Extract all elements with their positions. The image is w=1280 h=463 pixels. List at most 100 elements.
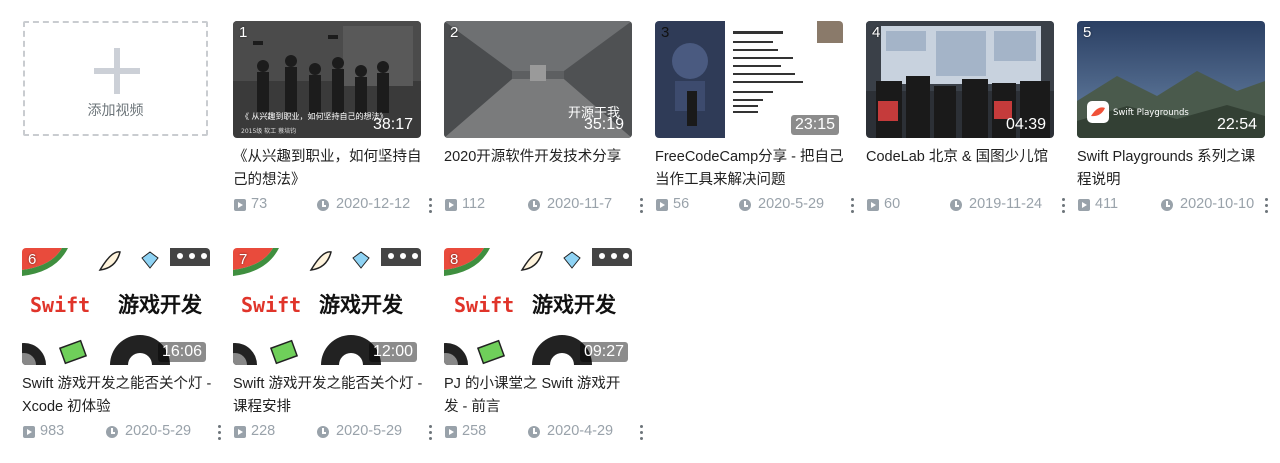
video-thumbnail[interactable]: 开源干我 2 35:19: [444, 21, 632, 138]
clock-icon: [528, 426, 540, 438]
publish-date: 2020-5-29: [758, 196, 825, 212]
more-options-icon[interactable]: [218, 424, 222, 442]
video-duration: 09:27: [579, 342, 628, 362]
video-title[interactable]: FreeCodeCamp分享 - 把自己当作工具来解决问题: [655, 146, 845, 192]
more-options-icon[interactable]: [640, 197, 644, 215]
svg-text:游戏开发: 游戏开发: [118, 293, 203, 317]
add-video-label: 添加视频: [87, 102, 144, 118]
more-options-icon[interactable]: [429, 424, 433, 442]
video-meta: 411 2020-10-10: [1077, 196, 1277, 218]
video-duration: 23:15: [790, 115, 839, 135]
video-duration: 04:39: [1005, 116, 1046, 133]
play-count: 56: [673, 196, 690, 212]
video-meta: 228 2020-5-29: [233, 423, 433, 445]
video-thumbnail[interactable]: Swift 游戏开发 6 16:06: [22, 248, 210, 365]
more-options-icon[interactable]: [851, 197, 855, 215]
play-count: 258: [462, 423, 487, 439]
video-meta: 73 2020-12-12: [233, 196, 433, 218]
video-thumbnail[interactable]: Swift 游戏开发 8 09:27: [444, 248, 632, 365]
clock-icon: [950, 199, 962, 211]
svg-text:Swift: Swift: [241, 293, 301, 317]
video-index: 4: [872, 24, 881, 41]
video-meta: 112 2020-11-7: [444, 196, 644, 218]
video-duration: 12:00: [368, 342, 417, 362]
video-list-page: 添加视频 《 从兴趣到职业，如何坚持自己的想法》 2015级 软工 蔡培钧 1 …: [0, 0, 1280, 463]
svg-text:2015级 软工 蔡培钧: 2015级 软工 蔡培钧: [241, 127, 296, 135]
video-index: 3: [661, 24, 670, 41]
video-title[interactable]: CodeLab 北京 & 国图少儿馆: [866, 146, 1056, 192]
video-title[interactable]: 2020开源软件开发技术分享: [444, 146, 634, 192]
play-count: 411: [1095, 196, 1119, 212]
play-count-icon: [234, 426, 246, 438]
video-title[interactable]: 《从兴趣到职业，如何坚持自己的想法》: [233, 146, 423, 192]
more-options-icon[interactable]: [1062, 197, 1066, 215]
play-count-icon: [23, 426, 35, 438]
play-count-icon: [234, 199, 246, 211]
svg-text:Swift: Swift: [30, 293, 90, 317]
svg-text:游戏开发: 游戏开发: [532, 293, 617, 317]
video-title[interactable]: PJ 的小课堂之 Swift 游戏开发 - 前言: [444, 373, 634, 419]
play-count: 983: [40, 423, 65, 439]
video-title[interactable]: Swift 游戏开发之能否关个灯 - Xcode 初体验: [22, 373, 212, 419]
video-card: Swift 游戏开发 8 09:27 PJ 的小课堂之 Swift 游戏开发 -…: [444, 248, 644, 445]
play-count: 60: [884, 196, 901, 212]
video-thumbnail[interactable]: 《 从兴趣到职业，如何坚持自己的想法》 2015级 软工 蔡培钧 1 38:17: [233, 21, 421, 138]
video-index: 1: [239, 24, 248, 41]
video-card: Swift 游戏开发 6 16:06 Swift 游戏开发之能否关个灯 - Xc…: [22, 248, 222, 445]
video-meta: 56 2020-5-29: [655, 196, 855, 218]
svg-text:《 从兴趣到职业，如何坚持自己的想法》: 《 从兴趣到职业，如何坚持自己的想法》: [241, 111, 388, 121]
play-count-icon: [445, 426, 457, 438]
video-duration: 16:06: [157, 342, 206, 362]
svg-text:Swift: Swift: [454, 293, 514, 317]
video-title[interactable]: Swift 游戏开发之能否关个灯 - 课程安排: [233, 373, 423, 419]
video-thumbnail[interactable]: 4 04:39: [866, 21, 1054, 138]
video-title[interactable]: Swift Playgrounds 系列之课程说明: [1077, 146, 1267, 192]
play-count-icon: [656, 199, 668, 211]
video-card: Swift Playgrounds 5 22:54 Swift Playgrou…: [1077, 21, 1277, 218]
svg-text:游戏开发: 游戏开发: [319, 293, 404, 317]
publish-date: 2020-11-7: [547, 196, 613, 212]
video-index: 6: [28, 251, 37, 268]
video-thumbnail[interactable]: Swift Playgrounds 5 22:54: [1077, 21, 1265, 138]
video-index: 8: [450, 251, 459, 268]
clock-icon: [739, 199, 751, 211]
clock-icon: [1161, 199, 1173, 211]
video-card: 4 04:39 CodeLab 北京 & 国图少儿馆 60 2019-11-24: [866, 21, 1066, 218]
clock-icon: [317, 199, 329, 211]
publish-date: 2020-10-10: [1180, 196, 1255, 212]
publish-date: 2020-4-29: [547, 423, 614, 439]
publish-date: 2020-5-29: [125, 423, 192, 439]
video-meta: 60 2019-11-24: [866, 196, 1066, 218]
video-card: 开源干我 2 35:19 2020开源软件开发技术分享 112 2020-11-…: [444, 21, 644, 218]
play-count: 112: [462, 196, 486, 212]
svg-text:Swift Playgrounds: Swift Playgrounds: [1113, 108, 1189, 118]
more-options-icon[interactable]: [429, 197, 433, 215]
video-duration: 38:17: [372, 116, 413, 133]
clock-icon: [317, 426, 329, 438]
video-duration: 35:19: [583, 116, 624, 133]
video-meta: 983 2020-5-29: [22, 423, 222, 445]
play-count: 228: [251, 423, 276, 439]
clock-icon: [528, 199, 540, 211]
plus-icon-vertical: [114, 48, 120, 94]
play-count-icon: [867, 199, 879, 211]
clock-icon: [106, 426, 118, 438]
more-options-icon[interactable]: [640, 424, 644, 442]
publish-date: 2019-11-24: [969, 196, 1043, 212]
video-card: Swift 游戏开发 7 12:00 Swift 游戏开发之能否关个灯 - 课程…: [233, 248, 433, 445]
publish-date: 2020-12-12: [336, 196, 411, 212]
video-meta: 258 2020-4-29: [444, 423, 644, 445]
video-card: 3 23:15 FreeCodeCamp分享 - 把自己当作工具来解决问题 56…: [655, 21, 855, 218]
publish-date: 2020-5-29: [336, 423, 403, 439]
video-index: 2: [450, 24, 459, 41]
add-video-button[interactable]: 添加视频: [23, 21, 208, 136]
play-count-icon: [445, 199, 457, 211]
video-thumbnail[interactable]: Swift 游戏开发 7 12:00: [233, 248, 421, 365]
video-index: 7: [239, 251, 248, 268]
play-count: 73: [251, 196, 268, 212]
video-index: 5: [1083, 24, 1092, 41]
play-count-icon: [1078, 199, 1090, 211]
more-options-icon[interactable]: [1265, 197, 1269, 215]
video-card: 《 从兴趣到职业，如何坚持自己的想法》 2015级 软工 蔡培钧 1 38:17…: [233, 21, 433, 218]
video-thumbnail[interactable]: 3 23:15: [655, 21, 843, 138]
